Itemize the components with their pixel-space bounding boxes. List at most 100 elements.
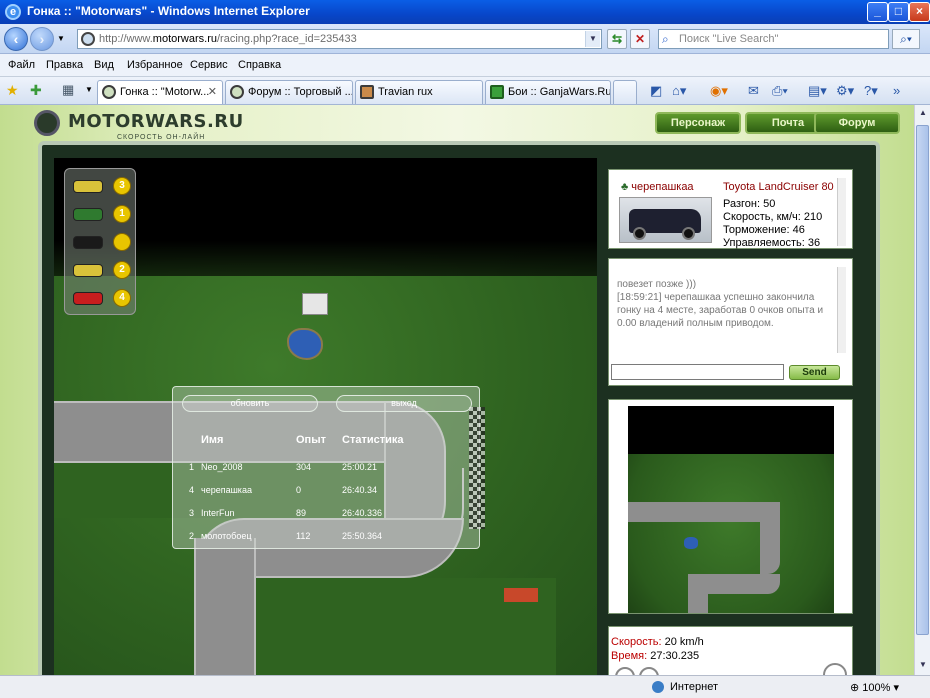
exit-button[interactable]: выход [336, 395, 472, 412]
nav-character-button[interactable]: Персонаж [655, 112, 741, 134]
logo-text: MOTORWARS.RU [68, 111, 244, 132]
logo-slogan: СКОРОСТЬ ОН-ЛАЙН [117, 134, 206, 141]
close-window-button[interactable]: × [909, 2, 930, 22]
refresh-results-button[interactable]: обновить [182, 395, 318, 412]
time-row: Время: 27:30.235 [611, 650, 699, 662]
result-time: 26:40.336 [342, 508, 383, 518]
feeds-icon[interactable]: ◉▾ [710, 83, 728, 99]
control-left-icon[interactable] [615, 667, 635, 675]
chat-input[interactable] [611, 364, 784, 380]
menu-edit[interactable]: Правка [46, 59, 83, 71]
tab-bar: ★ ✚ ▦ ▼ Гонка :: "Motorw... ✕ Форум :: Т… [0, 77, 930, 105]
menu-help[interactable]: Справка [238, 59, 281, 71]
address-text: http://www.motorwars.ru/racing.php?race_… [99, 33, 357, 45]
tab-forum[interactable]: Форум :: Торговый ... [225, 80, 353, 104]
place-indicator: 3 [113, 177, 131, 195]
more-tools-icon[interactable]: » [893, 83, 900, 98]
result-place: 4 [189, 485, 195, 495]
position-row: 4 [71, 287, 131, 309]
menu-tools[interactable]: Сервис [190, 59, 228, 71]
address-toolbar: ‹ › ▼ http://www.motorwars.ru/racing.php… [0, 24, 930, 54]
position-row: 2 [71, 259, 131, 281]
scroll-up-icon[interactable]: ▲ [917, 108, 929, 120]
speed-row: Скорость: 20 km/h [611, 636, 704, 648]
print-icon[interactable]: ⎙▾ [772, 83, 788, 99]
player-name[interactable]: ♣ черепашкаа [621, 181, 694, 193]
send-button[interactable]: Send [789, 365, 840, 380]
scroll-thumb[interactable] [916, 125, 929, 635]
road-segment [194, 538, 256, 675]
address-input[interactable]: http://www.motorwars.ru/racing.php?race_… [77, 29, 602, 49]
address-dropdown-icon[interactable]: ▼ [585, 31, 600, 47]
result-place: 1 [189, 462, 195, 472]
result-place: 3 [189, 508, 195, 518]
status-bar: Интернет ⊕ 100% ▾ [0, 675, 930, 698]
position-row: 1 [71, 203, 131, 225]
tab-favicon-icon [490, 85, 504, 99]
window-titlebar: e Гонка :: "Motorwars" - Windows Interne… [0, 0, 930, 24]
new-tab-button[interactable] [613, 80, 637, 104]
back-arrow-icon: ‹ [13, 31, 19, 47]
site-favicon-icon [81, 32, 95, 46]
car-icon [73, 180, 103, 193]
minimize-button[interactable]: _ [867, 2, 888, 22]
speed-value: 20 km/h [664, 636, 704, 648]
add-favorites-icon[interactable]: ✚ [30, 82, 42, 99]
user-status-icon: ♣ [621, 181, 629, 193]
scroll-down-icon[interactable]: ▼ [917, 660, 929, 672]
tools-gear-icon[interactable]: ⚙▾ [836, 83, 854, 99]
quick-tabs-icon[interactable]: ▦ [62, 82, 74, 98]
result-exp: 304 [296, 462, 312, 472]
zoom-level[interactable]: ⊕ 100% ▾ [850, 681, 899, 694]
nav-forum-button[interactable]: Форум [814, 112, 900, 134]
tab-label: Бои :: GanjaWars.Ru... [508, 86, 611, 98]
search-input[interactable]: ⌕ Поиск "Live Search" [658, 29, 889, 49]
minimap-road [628, 502, 780, 522]
tab-ganjawars[interactable]: Бои :: GanjaWars.Ru... [485, 80, 611, 104]
security-zone: Интернет [670, 681, 718, 693]
ie-logo-icon: e [5, 4, 21, 20]
tab-close-icon[interactable]: ✕ [208, 85, 217, 98]
tab-list-dropdown-icon[interactable]: ▼ [85, 85, 93, 94]
minimap-panel [608, 399, 853, 614]
race-stats-panel: Скорость: 20 km/h Время: 27:30.235 [608, 626, 853, 675]
mail-icon[interactable]: ✉ [748, 83, 759, 99]
result-name: InterFun [201, 508, 235, 518]
col-header-name: Имя [201, 434, 224, 446]
zoom-value: 100% [862, 682, 891, 694]
machine-icon [504, 588, 538, 602]
page-scrollbar[interactable]: ▲ ▼ [914, 105, 930, 675]
chat-scrollbar[interactable] [837, 267, 846, 353]
search-tools-icon[interactable]: ◩ [650, 83, 662, 99]
result-exp: 89 [296, 508, 307, 518]
result-time: 25:00.21 [342, 462, 378, 472]
menu-file[interactable]: Файл [8, 59, 35, 71]
result-name: черепашкаа [201, 485, 252, 495]
tab-label: Travian rux [378, 86, 433, 98]
forward-button[interactable]: › [30, 27, 54, 51]
menu-favorites[interactable]: Избранное [127, 59, 183, 71]
place-indicator: 4 [113, 289, 131, 307]
search-button[interactable]: ⌕▾ [892, 29, 920, 49]
menu-view[interactable]: Вид [94, 59, 114, 71]
control-brake-icon[interactable] [823, 663, 847, 675]
chat-log: повезет позже ))) [18:59:21] черепашкаа … [617, 279, 824, 329]
tab-travian[interactable]: Travian rux [355, 80, 483, 104]
tab-race[interactable]: Гонка :: "Motorw... ✕ [97, 80, 223, 104]
back-button[interactable]: ‹ [4, 27, 28, 51]
help-icon[interactable]: ?▾ [864, 83, 878, 99]
stop-button[interactable]: ✕ [630, 29, 650, 49]
home-icon[interactable]: ⌂▾ [672, 83, 686, 99]
favorites-star-icon[interactable]: ★ [6, 82, 19, 99]
history-dropdown-icon[interactable]: ▼ [57, 34, 65, 43]
car-stat-speed: Скорость, км/ч: 210 [723, 211, 823, 223]
refresh-button[interactable]: ⇆ [607, 29, 627, 49]
search-provider-icon: ⌕ [662, 32, 669, 46]
info-scrollbar[interactable] [837, 178, 846, 246]
page-menu-icon[interactable]: ▤▾ [808, 83, 827, 99]
control-right-icon[interactable] [639, 667, 659, 675]
tab-label: Гонка :: "Motorw... [120, 86, 210, 98]
maximize-button[interactable]: □ [888, 2, 909, 22]
result-time: 26:40.34 [342, 485, 378, 495]
player-username: черепашкаа [631, 181, 694, 193]
